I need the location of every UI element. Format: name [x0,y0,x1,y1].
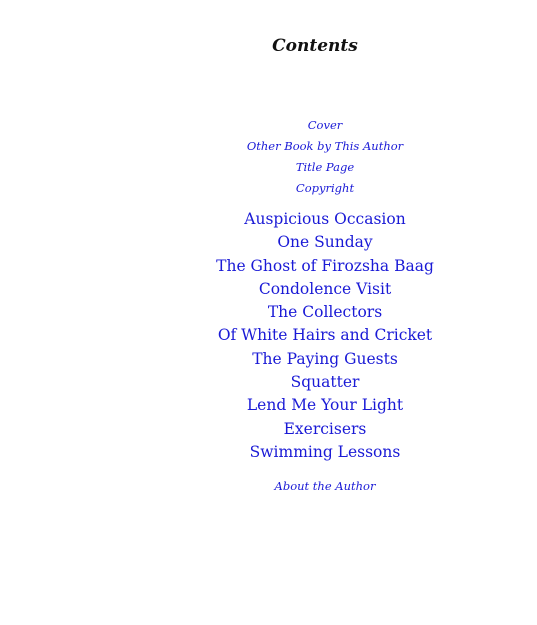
toc-link-chapter-7[interactable]: The Paying Guests [0,348,537,371]
toc-link-chapter-10[interactable]: Exercisers [0,418,537,441]
toc-link-other-book[interactable]: Other Book by This Author [0,136,537,157]
toc-link-chapter-3[interactable]: The Ghost of Firozsha Baag [0,255,537,278]
front-matter-list: Cover Other Book by This Author Title Pa… [0,115,537,199]
toc-link-about-author[interactable]: About the Author [0,476,537,496]
toc-link-chapter-6[interactable]: Of White Hairs and Cricket [0,324,537,347]
toc-link-chapter-4[interactable]: Condolence Visit [0,278,537,301]
toc-link-chapter-11[interactable]: Swimming Lessons [0,441,537,464]
toc-link-chapter-1[interactable]: Auspicious Occasion [0,208,537,231]
toc-link-chapter-5[interactable]: The Collectors [0,301,537,324]
toc-link-chapter-9[interactable]: Lend Me Your Light [0,394,537,417]
toc-link-copyright[interactable]: Copyright [0,178,537,199]
toc-link-title-page[interactable]: Title Page [0,157,537,178]
toc-link-chapter-8[interactable]: Squatter [0,371,537,394]
back-matter-list: About the Author [0,476,537,496]
page-title: Contents [272,36,358,56]
toc-link-cover[interactable]: Cover [0,115,537,136]
chapter-list: Auspicious Occasion One Sunday The Ghost… [0,208,537,464]
toc-link-chapter-2[interactable]: One Sunday [0,231,537,254]
